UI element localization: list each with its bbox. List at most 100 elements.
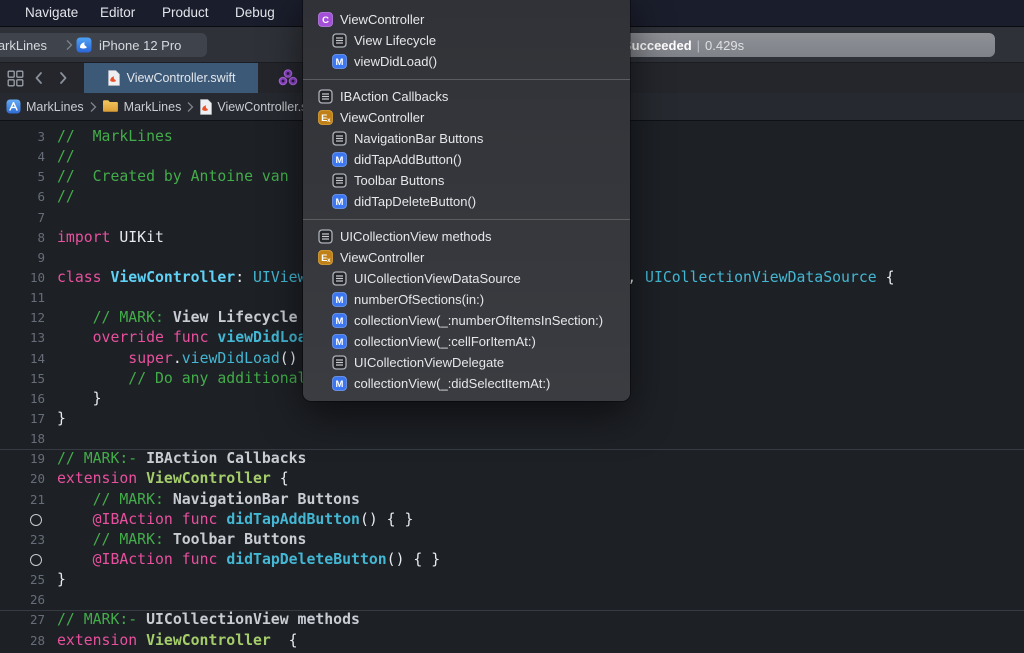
tab-overview-icon[interactable] bbox=[6, 69, 24, 87]
code-line-25[interactable]: 25} bbox=[0, 570, 1024, 590]
method-icon: M bbox=[332, 292, 347, 307]
line-number[interactable]: 23 bbox=[0, 530, 45, 550]
line-number[interactable]: 21 bbox=[0, 490, 45, 510]
code-line-26[interactable]: 26 bbox=[0, 590, 1024, 610]
line-number[interactable]: 6 bbox=[0, 187, 45, 207]
line-number[interactable]: 9 bbox=[0, 248, 45, 268]
line-number[interactable]: 4 bbox=[0, 147, 45, 167]
breadcrumb-segment-marklines-0[interactable]: MarkLines bbox=[6, 99, 84, 114]
mark-icon bbox=[318, 229, 333, 244]
popup-item-didtapdeletebutton[interactable]: MdidTapDeleteButton() bbox=[303, 191, 630, 212]
popup-item-label: Toolbar Buttons bbox=[354, 173, 444, 188]
line-number[interactable]: 28 bbox=[0, 631, 45, 651]
popup-item-label: ViewController bbox=[340, 250, 424, 265]
line-number[interactable]: 7 bbox=[0, 208, 45, 228]
popup-item-didtapaddbutton[interactable]: MdidTapAddButton() bbox=[303, 149, 630, 170]
popup-item-uicollectionviewdelegate[interactable]: UICollectionViewDelegate bbox=[303, 352, 630, 373]
popup-item-label: UICollectionViewDelegate bbox=[354, 355, 504, 370]
menu-product[interactable]: Product bbox=[162, 0, 209, 26]
code-text: // MARK:- IBAction Callbacks bbox=[57, 449, 306, 469]
popup-item-view-lifecycle[interactable]: View Lifecycle bbox=[303, 30, 630, 51]
popup-item-uicollectionview-methods[interactable]: UICollectionView methods bbox=[303, 226, 630, 247]
build-status-result: Succeeded bbox=[623, 38, 692, 53]
ibaction-connection-well[interactable] bbox=[0, 550, 45, 570]
line-number[interactable]: 5 bbox=[0, 167, 45, 187]
code-line-20[interactable]: 20extension ViewController { bbox=[0, 469, 1024, 489]
back-chevron-icon[interactable] bbox=[30, 69, 48, 87]
line-number[interactable]: 25 bbox=[0, 570, 45, 590]
line-number[interactable]: 17 bbox=[0, 409, 45, 429]
chevron-right-icon bbox=[63, 38, 75, 57]
app-icon bbox=[6, 99, 21, 114]
ibaction-connection-well[interactable] bbox=[0, 510, 45, 530]
popup-item-ibaction-callbacks[interactable]: IBAction Callbacks bbox=[303, 86, 630, 107]
popup-item-label: ViewController bbox=[340, 12, 424, 27]
popup-section-separator bbox=[303, 219, 630, 220]
scheme-selector[interactable]: MarkLines iPhone 12 Pro bbox=[0, 33, 207, 57]
line-number[interactable]: 16 bbox=[0, 389, 45, 409]
code-text: import UIKit bbox=[57, 228, 164, 248]
line-number[interactable]: 11 bbox=[0, 288, 45, 308]
code-line-24[interactable]: @IBAction func didTapDeleteButton() { } bbox=[0, 550, 1024, 570]
line-number[interactable]: 14 bbox=[0, 349, 45, 369]
popup-item-label: IBAction Callbacks bbox=[340, 89, 448, 104]
mark-separator-line bbox=[0, 610, 1024, 611]
code-review-badge-icon[interactable] bbox=[276, 68, 300, 93]
line-number[interactable]: 13 bbox=[0, 328, 45, 348]
breadcrumb-chevron-icon bbox=[87, 100, 99, 114]
popup-item-label: NavigationBar Buttons bbox=[354, 131, 483, 146]
code-line-21[interactable]: 21 // MARK: NavigationBar Buttons bbox=[0, 490, 1024, 510]
line-number[interactable]: 27 bbox=[0, 610, 45, 630]
breadcrumb-segment-marklines-1[interactable]: MarkLines bbox=[102, 99, 182, 114]
popup-item-collectionview-didselectitemat[interactable]: McollectionView(_:didSelectItemAt:) bbox=[303, 373, 630, 394]
code-line-28[interactable]: 28extension ViewController { bbox=[0, 631, 1024, 651]
scheme-project-name[interactable]: MarkLines bbox=[0, 38, 47, 53]
popup-item-label: UICollectionView methods bbox=[340, 229, 492, 244]
popup-item-uicollectionviewdatasource[interactable]: UICollectionViewDataSource bbox=[303, 268, 630, 289]
code-line-27[interactable]: 27// MARK:- UICollectionView methods bbox=[0, 610, 1024, 630]
scheme-destination[interactable]: iPhone 12 Pro bbox=[99, 38, 181, 53]
connection-circle-icon[interactable] bbox=[30, 514, 42, 526]
code-text: @IBAction func didTapDeleteButton() { } bbox=[57, 550, 440, 570]
popup-item-numberofsections-in[interactable]: MnumberOfSections(in:) bbox=[303, 289, 630, 310]
line-number[interactable]: 26 bbox=[0, 590, 45, 610]
popup-item-viewcontroller[interactable]: ExViewController bbox=[303, 107, 630, 128]
code-line-22[interactable]: @IBAction func didTapAddButton() { } bbox=[0, 510, 1024, 530]
popup-item-label: didTapDeleteButton() bbox=[354, 194, 476, 209]
connection-circle-icon[interactable] bbox=[30, 554, 42, 566]
line-number[interactable]: 15 bbox=[0, 369, 45, 389]
mark-icon bbox=[332, 173, 347, 188]
line-number[interactable]: 10 bbox=[0, 268, 45, 288]
line-number[interactable]: 8 bbox=[0, 228, 45, 248]
popup-item-toolbar-buttons[interactable]: Toolbar Buttons bbox=[303, 170, 630, 191]
svg-text:M: M bbox=[336, 155, 344, 166]
popup-item-navigationbar-buttons[interactable]: NavigationBar Buttons bbox=[303, 128, 630, 149]
code-line-17[interactable]: 17} bbox=[0, 409, 1024, 429]
code-line-23[interactable]: 23 // MARK: Toolbar Buttons bbox=[0, 530, 1024, 550]
swift-file-icon bbox=[107, 70, 120, 86]
menu-debug[interactable]: Debug bbox=[235, 0, 275, 26]
popup-item-collectionview-numberofitemsinsection[interactable]: McollectionView(_:numberOfItemsInSection… bbox=[303, 310, 630, 331]
build-status-separator: | bbox=[692, 38, 705, 53]
line-number[interactable]: 12 bbox=[0, 308, 45, 328]
line-number[interactable]: 20 bbox=[0, 469, 45, 489]
menu-editor[interactable]: Editor bbox=[100, 0, 135, 26]
code-text: // MARK: NavigationBar Buttons bbox=[57, 490, 360, 510]
method-icon: M bbox=[332, 376, 347, 391]
line-number[interactable]: 19 bbox=[0, 449, 45, 469]
code-line-18[interactable]: 18 bbox=[0, 429, 1024, 449]
popup-item-viewcontroller[interactable]: ExViewController bbox=[303, 247, 630, 268]
popup-item-label: collectionView(_:numberOfItemsInSection:… bbox=[354, 313, 603, 328]
forward-chevron-icon[interactable] bbox=[54, 69, 72, 87]
popup-item-collectionview-cellforitemat[interactable]: McollectionView(_:cellForItemAt:) bbox=[303, 331, 630, 352]
line-number[interactable]: 3 bbox=[0, 127, 45, 147]
code-line-19[interactable]: 19 // MARK:- IBAction Callbacks bbox=[0, 449, 1024, 469]
extension-icon: Ex bbox=[318, 110, 333, 125]
popup-item-viewcontroller[interactable]: CViewController bbox=[303, 9, 630, 30]
breadcrumb-label: MarkLines bbox=[26, 100, 84, 114]
popup-item-viewdidload[interactable]: MviewDidLoad() bbox=[303, 51, 630, 72]
mark-icon bbox=[332, 355, 347, 370]
tab-viewcontroller-swift[interactable]: ViewController.swift bbox=[84, 63, 258, 93]
menu-navigate[interactable]: Navigate bbox=[25, 0, 78, 26]
line-number[interactable]: 18 bbox=[0, 429, 45, 449]
